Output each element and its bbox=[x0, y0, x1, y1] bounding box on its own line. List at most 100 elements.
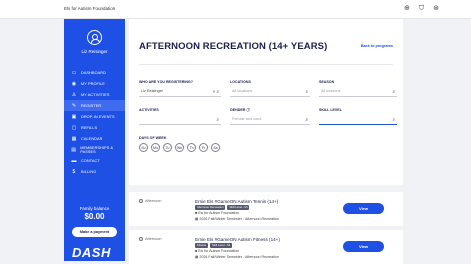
season-label: SEASON bbox=[319, 80, 335, 84]
header-icons: ⊕ ⛉ ⊛ bbox=[404, 4, 439, 14]
user-name: Liz Reisinger bbox=[81, 49, 108, 54]
clock-icon bbox=[139, 237, 143, 241]
program-tag: Fitness bbox=[195, 243, 209, 248]
clear-search-icon[interactable]: × ⌕ bbox=[213, 87, 219, 96]
who-label: WHO ARE YOU REGISTERING? bbox=[139, 80, 193, 84]
building-icon: ■ bbox=[195, 249, 198, 253]
divider bbox=[139, 64, 393, 65]
sidebar-item-label: MY PROFILE bbox=[81, 81, 105, 86]
sidebar-item-label: REFILLS bbox=[81, 125, 98, 130]
sidebar-item-register[interactable]: ✎ REGISTER bbox=[64, 100, 125, 111]
who-value: Liz Reisinger bbox=[141, 89, 163, 93]
day-chip[interactable]: We bbox=[175, 143, 184, 152]
activities-label: ACTIVITIES bbox=[139, 108, 159, 112]
globe-icon[interactable]: ⊕ bbox=[404, 4, 410, 14]
program-tag: Afternoon Recreation bbox=[195, 205, 226, 210]
brand-logo: DASH bbox=[72, 245, 111, 260]
sidebar-item-refills[interactable]: ▢ REFILLS bbox=[64, 122, 125, 133]
search-icon: ⌕ bbox=[305, 89, 308, 94]
avatar-icon[interactable] bbox=[87, 30, 102, 45]
gender-label: GENDER ⓘ bbox=[230, 108, 250, 112]
program-name[interactable]: Ernie Els #GameON Autism Tennis (14+) bbox=[195, 199, 278, 204]
search-icon: ⌕ bbox=[392, 117, 395, 122]
program-card: Afternoon Ernie Els #GameON Autism Tennis… bbox=[129, 192, 403, 226]
program-tags: Fitness Skill Level - Mi bbox=[195, 243, 233, 248]
main-content: AFTERNOON RECREATION (14+ YEARS) Back to… bbox=[125, 19, 407, 264]
program-org: ■ Els for Autism Foundation bbox=[195, 211, 240, 215]
view-program-button[interactable]: View bbox=[343, 241, 384, 252]
day-chip[interactable]: Th bbox=[187, 143, 196, 152]
info-icon[interactable]: ⓘ bbox=[246, 108, 250, 112]
search-icon: ⌕ bbox=[216, 117, 219, 122]
filters-panel: AFTERNOON RECREATION (14+ YEARS) Back to… bbox=[129, 19, 403, 185]
gender-placeholder: Female and coed bbox=[232, 117, 262, 121]
day-chip[interactable]: Su bbox=[139, 143, 148, 152]
org-name[interactable]: Els for Autism Foundation bbox=[64, 6, 115, 11]
sidebar-item-drop-in-events[interactable]: ▣ DROP-IN EVENTS bbox=[64, 111, 125, 122]
program-org: ■ Els for Autism Foundation bbox=[195, 249, 240, 253]
sidebar-item-calendar[interactable]: ▦ CALENDAR bbox=[64, 133, 125, 144]
sidebar-item-contact[interactable]: ▬ CONTACT bbox=[64, 155, 125, 166]
billing-icon: $ bbox=[72, 168, 76, 175]
family-balance: Family balance $0.00 bbox=[64, 206, 125, 221]
program-season: ▦ 2026 Fall/Winter Semester - Afternoon … bbox=[195, 217, 279, 221]
sidebar-item-label: CALENDAR bbox=[81, 136, 103, 141]
days-label: DAYS OF WEEK bbox=[139, 136, 167, 140]
program-season: ▦ 2026 Fall/Winter Semester - Afternoon … bbox=[195, 255, 279, 259]
day-chip[interactable]: Sa bbox=[211, 143, 220, 152]
sidebar-item-label: DROP-IN EVENTS bbox=[81, 114, 115, 119]
family-balance-amount: $0.00 bbox=[84, 212, 105, 221]
skill-search[interactable]: ⌕ bbox=[319, 115, 397, 125]
day-chip[interactable]: Mo bbox=[151, 143, 160, 152]
pass-icon: ▤ bbox=[71, 146, 77, 153]
dropin-icon: ▣ bbox=[71, 113, 77, 120]
contact-icon: ▬ bbox=[71, 157, 77, 164]
sidebar-item-memberships-passes[interactable]: ▤ MEMBERSHIPS & PASSES bbox=[64, 144, 125, 155]
page-title: AFTERNOON RECREATION (14+ YEARS) bbox=[139, 41, 328, 52]
user-icon[interactable]: ⊛ bbox=[433, 4, 439, 14]
locations-placeholder: All locations bbox=[232, 89, 253, 93]
calendar-icon: ▦ bbox=[195, 217, 199, 221]
season-placeholder: All seasons bbox=[321, 89, 341, 93]
gender-search[interactable]: Female and coed ⌕ bbox=[230, 115, 310, 125]
program-card: Afternoon Ernie Els #GameON Autism Fitnes… bbox=[129, 230, 403, 264]
program-name[interactable]: Ernie Els #GameON Autism Fitness (14+) bbox=[195, 237, 280, 242]
day-chip[interactable]: Fr bbox=[199, 143, 208, 152]
sidebar-item-dashboard[interactable]: ▭ DASHBOARD bbox=[64, 67, 125, 78]
sidebar-item-label: MY ACTIVITIES bbox=[81, 92, 110, 97]
sidebar-item-billing[interactable]: $ BILLING bbox=[64, 166, 125, 177]
sidebar-item-my-profile[interactable]: ◉ MY PROFILE bbox=[64, 78, 125, 89]
sidebar-item-label: BILLING bbox=[81, 169, 97, 174]
building-icon: ■ bbox=[195, 211, 198, 215]
cart-icon[interactable]: ⛉ bbox=[419, 4, 424, 14]
sidebar-nav: ▭ DASHBOARD ◉ MY PROFILE ♙ MY ACTIVITIES ✎ REGI… bbox=[64, 67, 125, 177]
locations-label: LOCATIONS bbox=[230, 80, 251, 84]
program-time: Afternoon bbox=[139, 199, 161, 203]
make-payment-button[interactable]: Make a payment bbox=[72, 227, 117, 237]
who-select[interactable]: Liz Reisinger × ⌕ bbox=[139, 87, 221, 97]
family-balance-label: Family balance bbox=[79, 206, 110, 211]
sidebar-item-label: REGISTER bbox=[81, 103, 102, 108]
sidebar: Liz Reisinger ▭ DASHBOARD ◉ MY PROFILE ♙ MY A… bbox=[64, 19, 125, 261]
back-to-programs-link[interactable]: Back to programs bbox=[361, 44, 393, 48]
locations-search[interactable]: All locations ⌕ bbox=[230, 87, 310, 97]
skill-label: SKILL LEVEL bbox=[319, 108, 342, 112]
view-program-button[interactable]: View bbox=[343, 203, 384, 214]
program-time: Afternoon bbox=[139, 237, 161, 241]
clock-icon bbox=[139, 199, 143, 203]
register-icon: ✎ bbox=[71, 102, 77, 109]
sidebar-item-label: DASHBOARD bbox=[81, 70, 106, 75]
dashboard-icon: ▭ bbox=[71, 69, 77, 76]
sidebar-item-my-activities[interactable]: ♙ MY ACTIVITIES bbox=[64, 89, 125, 100]
program-tag: Skill Level - Mi bbox=[210, 243, 233, 248]
program-tags: Afternoon Recreation Skill Level - Mi bbox=[195, 205, 250, 210]
search-icon: ⌕ bbox=[305, 117, 308, 122]
activities-search[interactable]: ⌕ bbox=[139, 115, 221, 125]
day-chip[interactable]: Tu bbox=[163, 143, 172, 152]
activities-icon: ♙ bbox=[71, 91, 77, 98]
sidebar-item-label: MEMBERSHIPS & PASSES bbox=[80, 145, 114, 154]
days-of-week: Su Mo Tu We Th Fr Sa bbox=[139, 143, 220, 152]
refills-icon: ▢ bbox=[71, 124, 77, 131]
season-search[interactable]: All seasons ⌕ bbox=[319, 87, 397, 97]
profile-icon: ◉ bbox=[71, 80, 77, 87]
